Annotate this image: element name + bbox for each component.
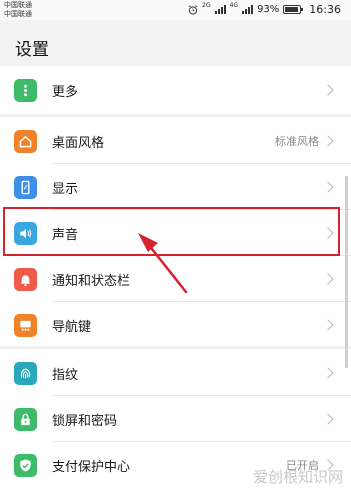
bell-icon xyxy=(14,267,37,291)
settings-item-label: 更多 xyxy=(52,84,79,100)
settings-item-label: 导航键 xyxy=(52,319,92,335)
network-type-1: 2G xyxy=(202,2,211,9)
status-bar: 中国联通 中国联通 2G 4G 93% 16:36 xyxy=(0,0,351,20)
navigation-key-icon xyxy=(14,313,37,337)
settings-item-label: 声音 xyxy=(52,227,79,243)
chevron-right-icon xyxy=(322,135,334,147)
settings-item-notifications[interactable]: 通知和状态栏 xyxy=(0,256,351,302)
settings-item-label: 支付保护中心 xyxy=(52,459,131,475)
settings-item-sound[interactable]: 声音 xyxy=(0,210,351,256)
signal-icon-1 xyxy=(214,5,226,14)
chevron-right-icon xyxy=(322,367,334,379)
alarm-icon xyxy=(188,4,198,15)
settings-item-home-style[interactable]: 桌面风格 标准风格 xyxy=(0,118,351,164)
settings-item-label: 显示 xyxy=(52,181,79,197)
lock-icon xyxy=(14,407,37,431)
shield-check-icon xyxy=(14,453,37,477)
scrollbar[interactable] xyxy=(345,176,348,368)
settings-item-fingerprint[interactable]: 指纹 xyxy=(0,350,351,396)
chevron-right-icon xyxy=(322,84,334,96)
battery-icon xyxy=(283,5,304,14)
battery-percent: 93% xyxy=(257,4,280,15)
signal-icon-2 xyxy=(242,5,254,14)
more-dots-icon xyxy=(14,78,37,102)
status-indicators: 2G 4G 93% 16:36 xyxy=(188,3,341,16)
speaker-icon xyxy=(14,221,37,245)
settings-item-label: 锁屏和密码 xyxy=(52,413,118,429)
chevron-right-icon xyxy=(322,227,334,239)
watermark: 爱创根知识网 xyxy=(252,468,343,486)
settings-item-navigation-keys[interactable]: 导航键 xyxy=(0,302,351,348)
chevron-right-icon xyxy=(322,413,334,425)
settings-item-lock-screen[interactable]: 锁屏和密码 xyxy=(0,396,351,442)
chevron-right-icon xyxy=(322,181,334,193)
carrier-1: 中国联通 xyxy=(4,1,32,9)
settings-item-display[interactable]: 显示 xyxy=(0,164,351,210)
settings-item-label: 桌面风格 xyxy=(52,135,105,151)
settings-item-label: 指纹 xyxy=(52,367,79,383)
settings-item-more[interactable]: 更多 xyxy=(0,67,351,113)
page-title: 设置 xyxy=(15,40,49,60)
home-icon xyxy=(14,129,37,153)
carrier-2: 中国联通 xyxy=(4,10,32,18)
settings-group-2: 桌面风格 标准风格 显示 声音 通知和状态栏 导航键 xyxy=(0,117,351,346)
settings-item-value: 标准风格 xyxy=(275,135,319,148)
settings-item-label: 通知和状态栏 xyxy=(52,273,131,289)
phone-display-icon xyxy=(14,175,37,199)
chevron-right-icon xyxy=(322,319,334,331)
network-type-2: 4G xyxy=(229,2,239,9)
settings-group-1: 更多 xyxy=(0,66,351,114)
chevron-right-icon xyxy=(322,273,334,285)
clock: 16:36 xyxy=(309,3,341,16)
fingerprint-icon xyxy=(14,361,37,385)
